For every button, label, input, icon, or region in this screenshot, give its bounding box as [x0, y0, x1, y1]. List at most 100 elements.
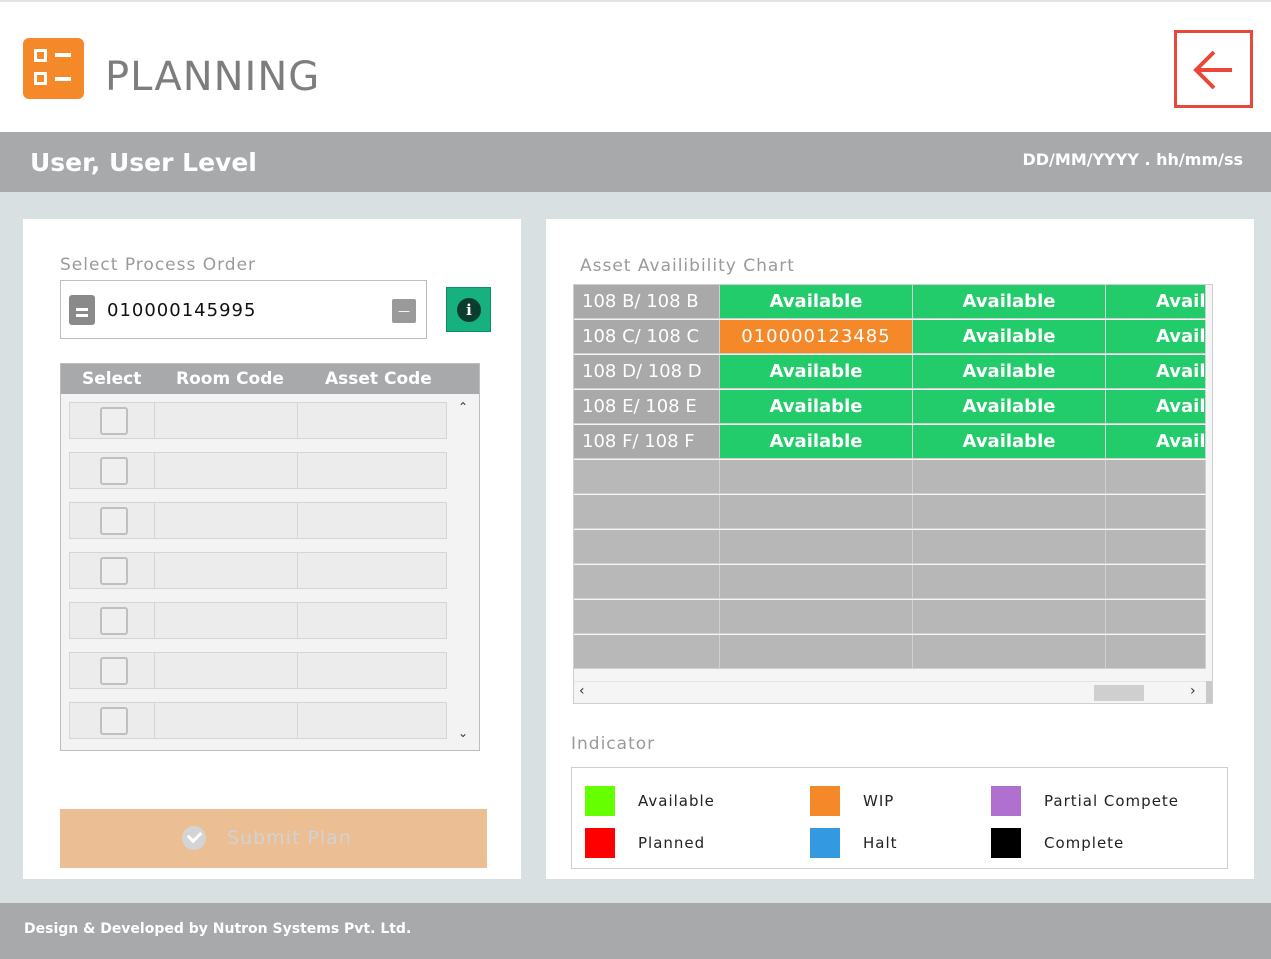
- available-cell[interactable]: Avail: [1106, 285, 1206, 319]
- empty-cell: [574, 460, 720, 494]
- available-cell[interactable]: Avail: [1106, 355, 1206, 389]
- empty-cell: [574, 530, 720, 564]
- legend-halt: Halt: [863, 834, 898, 852]
- empty-cell: [574, 495, 720, 529]
- footer-credit: Design & Developed by Nutron Systems Pvt…: [24, 921, 412, 937]
- empty-cell: [913, 460, 1106, 494]
- room-code-cell: [155, 603, 298, 638]
- available-cell[interactable]: Avail: [1106, 425, 1206, 459]
- scroll-thumb[interactable]: [1094, 685, 1144, 701]
- scroll-right-icon[interactable]: ›: [1190, 683, 1196, 699]
- vertical-scrollbar[interactable]: ⌃ ⌄: [1206, 285, 1212, 681]
- empty-cell: [720, 530, 913, 564]
- room-label-cell: 108 E/ 108 E: [574, 390, 720, 424]
- dropdown-toggle[interactable]: —: [392, 299, 416, 323]
- row-checkbox[interactable]: [100, 707, 128, 735]
- available-cell[interactable]: Available: [720, 285, 913, 319]
- empty-cell: [1106, 600, 1206, 634]
- available-cell[interactable]: Available: [720, 425, 913, 459]
- column-header-select: Select: [82, 369, 142, 389]
- table-row: [69, 502, 447, 539]
- room-label-cell: 108 F/ 108 F: [574, 425, 720, 459]
- document-icon: [69, 295, 95, 325]
- available-cell[interactable]: Available: [913, 390, 1106, 424]
- user-bar: User, User Level DD/MM/YYYY . hh/mm/ss: [0, 132, 1271, 192]
- submit-plan-label: Submit Plan: [227, 827, 352, 849]
- row-checkbox[interactable]: [100, 607, 128, 635]
- column-header-room-code: Room Code: [176, 369, 284, 389]
- scroll-down-icon[interactable]: ⌄: [1211, 661, 1212, 675]
- select-cell: [70, 403, 155, 438]
- available-swatch: [585, 786, 615, 816]
- complete-swatch: [991, 828, 1021, 858]
- available-cell[interactable]: Available: [720, 355, 913, 389]
- scroll-up-icon[interactable]: ⌃: [1211, 287, 1212, 301]
- select-cell: [70, 553, 155, 588]
- minus-icon: —: [398, 304, 410, 318]
- available-cell[interactable]: Available: [913, 320, 1106, 354]
- room-code-cell: [155, 403, 298, 438]
- user-name: User, User Level: [30, 148, 257, 177]
- column-header-asset-code: Asset Code: [325, 369, 432, 389]
- available-cell[interactable]: Avail: [1106, 320, 1206, 354]
- empty-cell: [720, 600, 913, 634]
- empty-cell: [720, 635, 913, 669]
- info-icon: i: [457, 298, 481, 322]
- empty-cell: [574, 635, 720, 669]
- indicator-legend: Available WIP Partial Compete Planned Ha…: [571, 767, 1228, 869]
- table-row: [69, 402, 447, 439]
- empty-cell: [1106, 635, 1206, 669]
- room-code-cell: [155, 653, 298, 688]
- table-row: [69, 652, 447, 689]
- footer: Design & Developed by Nutron Systems Pvt…: [0, 903, 1271, 959]
- empty-cell: [913, 600, 1106, 634]
- available-cell[interactable]: Available: [913, 355, 1106, 389]
- select-cell: [70, 703, 155, 738]
- submit-plan-button[interactable]: Submit Plan: [60, 809, 487, 868]
- row-checkbox[interactable]: [100, 457, 128, 485]
- legend-available: Available: [638, 792, 715, 810]
- horizontal-scrollbar[interactable]: ‹ ›: [574, 681, 1206, 703]
- process-order-label: Select Process Order: [60, 255, 257, 275]
- check-circle-icon: [182, 826, 206, 850]
- legend-complete: Complete: [1044, 834, 1125, 852]
- chart-title: Asset Availibility Chart: [580, 256, 795, 276]
- halt-swatch: [810, 828, 840, 858]
- empty-cell: [913, 635, 1106, 669]
- empty-cell: [1106, 530, 1206, 564]
- room-code-cell: [155, 503, 298, 538]
- room-code-cell: [155, 453, 298, 488]
- row-checkbox[interactable]: [100, 657, 128, 685]
- empty-cell: [1106, 565, 1206, 599]
- room-code-cell: [155, 553, 298, 588]
- empty-cell: [913, 565, 1106, 599]
- legend-planned: Planned: [638, 834, 706, 852]
- info-button[interactable]: i: [446, 287, 491, 332]
- available-cell[interactable]: Available: [913, 425, 1106, 459]
- partial-compete-swatch: [991, 786, 1021, 816]
- empty-cell: [1106, 460, 1206, 494]
- empty-cell: [913, 530, 1106, 564]
- row-checkbox[interactable]: [100, 407, 128, 435]
- available-cell[interactable]: Available: [720, 390, 913, 424]
- wip-swatch: [810, 786, 840, 816]
- room-code-cell: [155, 703, 298, 738]
- room-label-cell: 108 B/ 108 B: [574, 285, 720, 319]
- room-label-cell: 108 D/ 108 D: [574, 355, 720, 389]
- scroll-up-icon[interactable]: ⌃: [458, 400, 468, 414]
- row-checkbox[interactable]: [100, 507, 128, 535]
- row-checkbox[interactable]: [100, 557, 128, 585]
- available-cell[interactable]: Avail: [1106, 390, 1206, 424]
- available-cell[interactable]: Available: [913, 285, 1106, 319]
- scroll-left-icon[interactable]: ‹: [579, 683, 585, 699]
- table-header: Select Room Code Asset Code: [61, 364, 479, 394]
- table-row: [69, 602, 447, 639]
- back-button[interactable]: [1174, 30, 1253, 108]
- process-order-select[interactable]: 010000145995 —: [60, 280, 427, 339]
- scroll-corner: [1206, 681, 1212, 703]
- select-cell: [70, 503, 155, 538]
- arrow-left-icon: [1193, 50, 1232, 90]
- asset-selection-table: Select Room Code Asset Code ⌃ ⌄: [60, 363, 480, 751]
- wip-cell[interactable]: 010000123485: [720, 320, 913, 354]
- scroll-down-icon[interactable]: ⌄: [458, 726, 468, 740]
